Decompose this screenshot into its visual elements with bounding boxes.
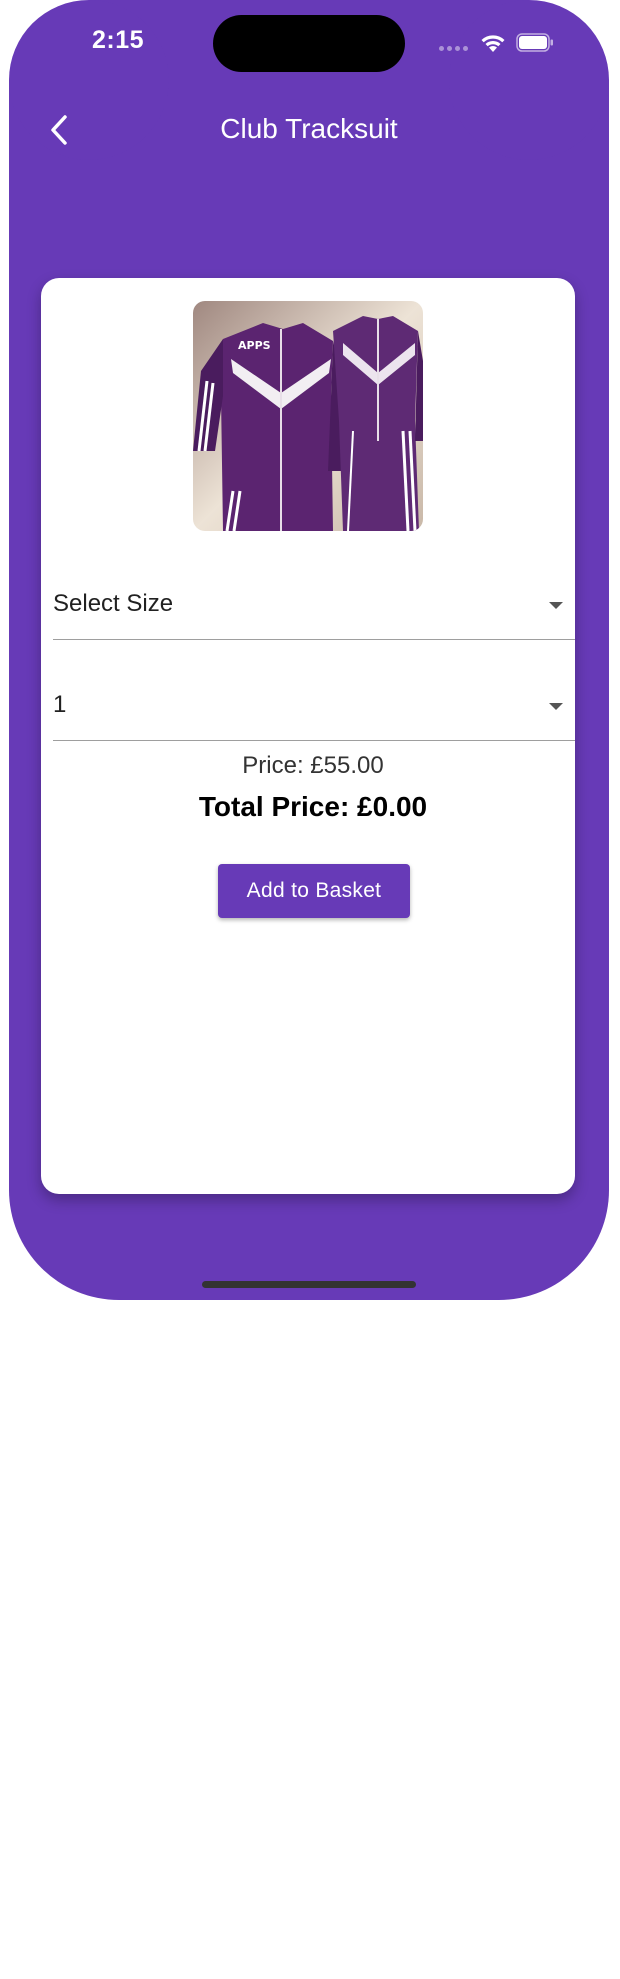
dynamic-island <box>213 15 405 72</box>
signal-dots-icon <box>439 46 468 51</box>
total-price: Total Price: £0.00 <box>198 791 428 822</box>
battery-icon <box>516 33 553 52</box>
page-title: Club Tracksuit <box>220 113 398 144</box>
size-dropdown-value: Select Size <box>53 590 174 617</box>
phone-screen: 2:15 Club Tracksuit APPS Select Size 1 P… <box>9 0 609 1300</box>
tracksuit-image: APPS <box>193 301 423 531</box>
wifi-icon <box>481 35 505 52</box>
product-card: APPS Select Size 1 Price: £55.00 Total P… <box>41 278 575 1194</box>
size-dropdown[interactable]: Select Size <box>53 569 575 640</box>
home-indicator <box>202 1281 416 1288</box>
quantity-dropdown[interactable]: 1 <box>53 670 575 741</box>
dropdown-arrow-icon <box>549 703 563 710</box>
dropdown-arrow-icon <box>549 602 563 609</box>
tracksuit-print: APPS <box>238 339 271 352</box>
add-to-basket-button[interactable]: Add to Basket <box>218 864 410 918</box>
unit-price: Price: £55.00 <box>242 752 384 779</box>
status-time: 2:15 <box>92 26 145 54</box>
frame-corner-left <box>9 0 169 160</box>
quantity-dropdown-value: 1 <box>53 691 67 718</box>
